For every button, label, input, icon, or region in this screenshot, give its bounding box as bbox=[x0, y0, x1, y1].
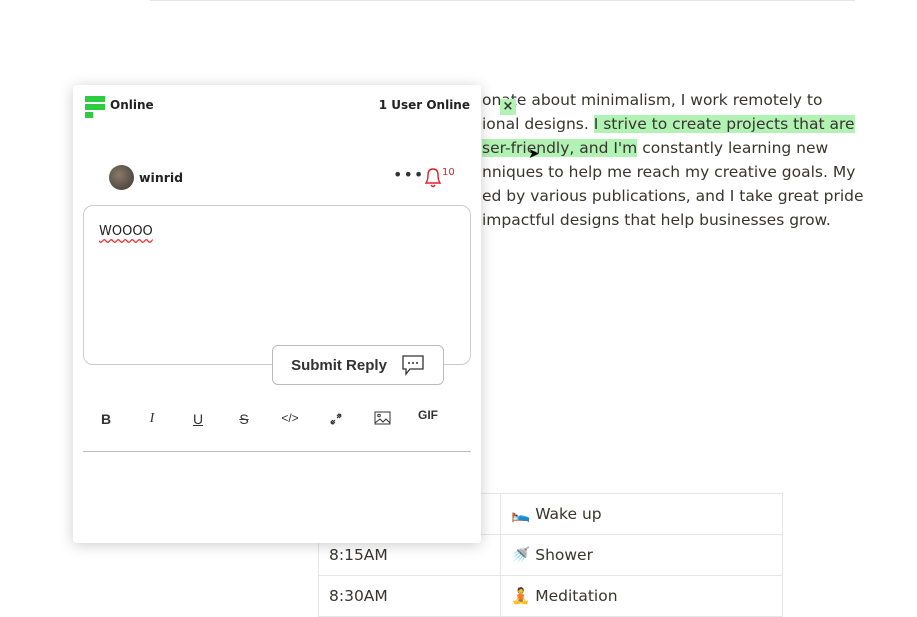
avatar[interactable] bbox=[109, 165, 134, 190]
image-icon bbox=[374, 411, 390, 425]
link-button[interactable] bbox=[313, 411, 359, 430]
gif-button[interactable]: GIF bbox=[405, 408, 451, 430]
link-icon bbox=[330, 413, 342, 425]
highlight[interactable]: ser-friendly, and I'm bbox=[482, 139, 638, 157]
more-options-button[interactable]: ••• bbox=[393, 165, 424, 184]
username[interactable]: winrid bbox=[139, 170, 183, 185]
status-label: Online bbox=[110, 98, 154, 112]
reply-textarea[interactable]: WOOOO bbox=[83, 205, 471, 365]
divider bbox=[150, 0, 855, 1]
italic-button[interactable]: I bbox=[129, 411, 175, 430]
comment-popup: Online 1 User Online winrid ••• 10 WOOOO… bbox=[73, 85, 481, 543]
image-button[interactable] bbox=[359, 411, 405, 430]
strikethrough-button[interactable]: S bbox=[221, 411, 267, 430]
notification-badge: 10 bbox=[442, 167, 455, 178]
bell-icon[interactable] bbox=[423, 165, 443, 189]
submit-reply-button[interactable]: Submit Reply bbox=[272, 345, 444, 385]
underline-button[interactable]: U bbox=[175, 411, 221, 430]
mouse-cursor-icon: ➤ bbox=[528, 146, 540, 162]
users-online-count: 1 User Online bbox=[378, 98, 470, 112]
formatting-toolbar: B I U S </> GIF bbox=[83, 408, 471, 430]
bold-button[interactable]: B bbox=[83, 411, 129, 430]
reply-text: WOOOO bbox=[99, 224, 153, 239]
speech-bubble-icon bbox=[402, 355, 424, 376]
toolbar-divider bbox=[83, 451, 471, 452]
remove-highlight-button[interactable]: × bbox=[500, 99, 516, 115]
table-row: 8:30AM 🧘 Meditation bbox=[318, 575, 783, 617]
logo-icon bbox=[85, 96, 105, 120]
code-button[interactable]: </> bbox=[267, 411, 313, 430]
highlight[interactable]: I strive to create projects that are bbox=[593, 115, 855, 133]
